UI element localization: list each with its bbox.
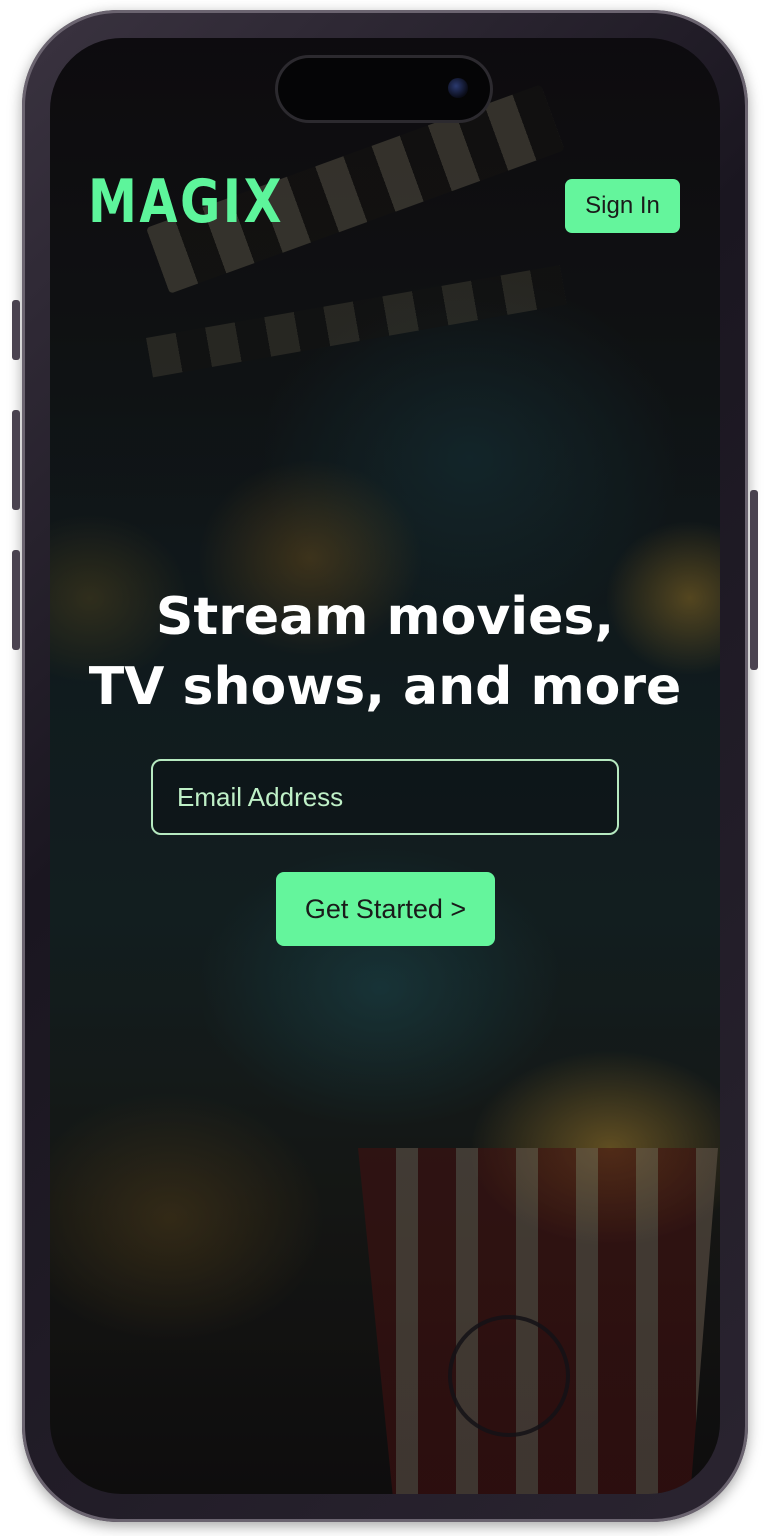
phone-volume-down-button: [12, 550, 20, 650]
phone-side-button: [12, 300, 20, 360]
email-field[interactable]: [151, 759, 619, 835]
email-input[interactable]: [177, 781, 617, 813]
dynamic-island: [278, 58, 490, 120]
brand-logo[interactable]: MAGIX: [88, 172, 284, 232]
hero-title-line-1: Stream movies,: [155, 587, 615, 647]
home-indicator-ring: [448, 1315, 570, 1437]
hero-title: Stream movies, TV shows, and more: [50, 582, 720, 722]
clapperboard-base-background-art: [146, 265, 567, 378]
hero-title-line-2: TV shows, and more: [88, 657, 682, 717]
get-started-button[interactable]: Get Started >: [276, 872, 495, 946]
sign-in-button[interactable]: Sign In: [565, 179, 680, 233]
phone-power-button: [750, 490, 758, 670]
popcorn-background-art: [358, 1148, 718, 1494]
app-screen: MAGIX Sign In Stream movies, TV shows, a…: [50, 38, 720, 1494]
front-camera: [448, 78, 468, 98]
phone-volume-up-button: [12, 410, 20, 510]
